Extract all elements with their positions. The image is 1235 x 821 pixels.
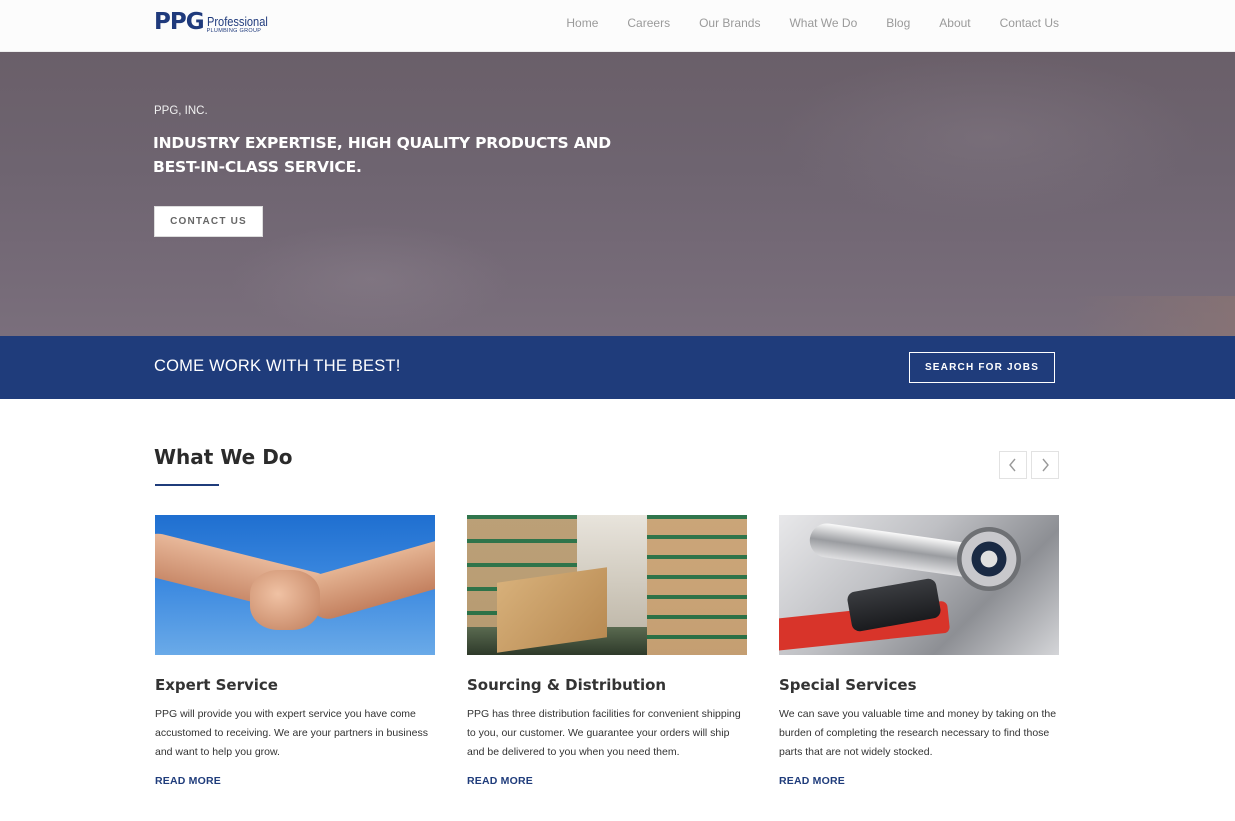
hero-title: INDUSTRY EXPERTISE, HIGH QUALITY PRODUCT… [153,134,611,176]
warehouse-image [467,515,747,655]
carousel-prev-button[interactable] [999,451,1027,479]
ppg-logo[interactable]: PPG Professional PLUMBING GROUP [154,10,278,34]
search-for-jobs-button[interactable]: SEARCH FOR JOBS [909,352,1055,383]
logo-professional-text: Professional [206,13,268,29]
chevron-left-icon [1009,458,1016,472]
section-title-underline [155,484,219,486]
faucet-wrench-image [779,515,1059,655]
careers-band: COME WORK WITH THE BEST! SEARCH FOR JOBS [0,336,1235,399]
carousel-next-button[interactable] [1031,451,1059,479]
contact-us-button[interactable]: CONTACT US [154,206,263,237]
card-title: Expert Service [155,676,278,694]
main-nav: Home Careers Our Brands What We Do Blog … [566,16,1059,30]
nav-contact-us[interactable]: Contact Us [1000,16,1059,30]
nav-careers[interactable]: Careers [627,16,670,30]
card-title: Sourcing & Distribution [467,676,667,694]
nav-about[interactable]: About [939,16,970,30]
what-we-do-title: What We Do [154,445,293,469]
nav-home[interactable]: Home [566,16,598,30]
card-text: PPG will provide you with expert service… [155,708,428,758]
site-header: PPG Professional PLUMBING GROUP Home Car… [0,0,1235,52]
read-more-link[interactable]: READ MORE [779,775,1059,787]
nav-blog[interactable]: Blog [886,16,910,30]
nav-what-we-do[interactable]: What We Do [789,16,857,30]
chevron-right-icon [1042,458,1049,472]
logo-ppg-text: PPG [154,9,205,35]
service-card-sourcing-distribution: Sourcing & Distribution PPG has three di… [467,515,747,787]
service-card-expert-service: Expert Service PPG will provide you with… [155,515,435,787]
read-more-link[interactable]: READ MORE [155,775,435,787]
careers-band-text: COME WORK WITH THE BEST! [154,357,401,375]
hero-eyebrow: PPG, INC. [154,105,208,117]
logo-plumbing-group-text: PLUMBING GROUP [206,27,262,34]
card-text: We can save you valuable time and money … [779,708,1057,758]
handshake-image [155,515,435,655]
read-more-link[interactable]: READ MORE [467,775,747,787]
card-title: Special Services [779,676,917,694]
service-card-special-services: Special Services We can save you valuabl… [779,515,1059,787]
nav-our-brands[interactable]: Our Brands [699,16,760,30]
hero-banner: PPG, INC. INDUSTRY EXPERTISE, HIGH QUALI… [0,52,1235,336]
card-text: PPG has three distribution facilities fo… [467,708,741,758]
